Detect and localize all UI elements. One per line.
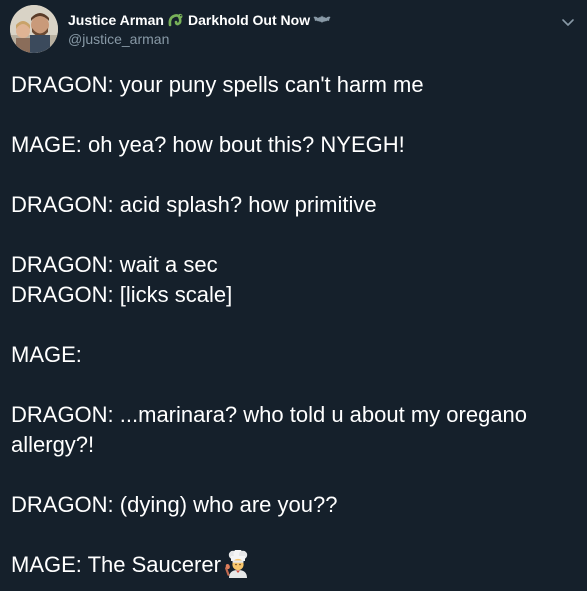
tweet-line: DRAGON: acid splash? how primitive	[11, 192, 377, 217]
bat-icon	[313, 14, 331, 26]
avatar[interactable]	[10, 5, 58, 53]
tweet-line: MAGE: The Saucerer	[11, 552, 221, 577]
author-names: Justice Arman Darkhold Out Now @justice_…	[68, 11, 334, 48]
cook-emoji-icon	[224, 549, 251, 578]
chevron-down-icon[interactable]	[559, 13, 577, 31]
tweet-line: DRAGON: wait a sec	[11, 252, 218, 277]
display-name[interactable]: Justice Arman Darkhold Out Now	[68, 11, 334, 29]
worm-icon	[167, 12, 185, 28]
tweet-line: MAGE: oh yea? how bout this? NYEGH!	[11, 132, 405, 157]
tweet-header: Justice Arman Darkhold Out Now @justice_…	[10, 5, 577, 55]
tweet-last-line: MAGE: The Saucerer	[11, 549, 576, 580]
tweet-card: Justice Arman Darkhold Out Now @justice_…	[0, 0, 587, 591]
display-name-part1[interactable]: Justice Arman	[68, 11, 164, 29]
avatar-image	[10, 5, 58, 53]
tweet-line: DRAGON: [licks scale]	[11, 282, 233, 307]
tweet-line: MAGE:	[11, 342, 82, 367]
tweet-text: DRAGON: your puny spells can't harm me M…	[11, 70, 576, 580]
display-name-part2[interactable]: Darkhold Out Now	[188, 11, 310, 29]
tweet-line: DRAGON: (dying) who are you??	[11, 492, 338, 517]
tweet-line: DRAGON: ...marinara? who told u about my…	[11, 402, 528, 457]
tweet-line: DRAGON: your puny spells can't harm me	[11, 72, 424, 97]
author-handle[interactable]: @justice_arman	[68, 30, 334, 48]
